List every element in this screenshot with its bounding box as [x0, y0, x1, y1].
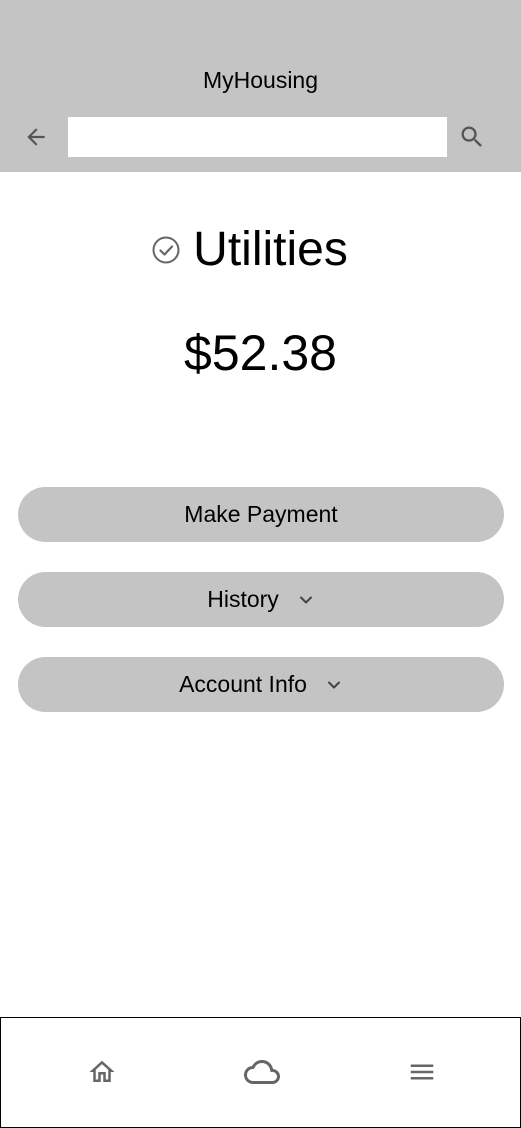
- bottom-nav: [0, 1017, 521, 1128]
- nav-home-button[interactable]: [80, 1050, 124, 1094]
- history-button[interactable]: History: [18, 572, 504, 627]
- nav-menu-button[interactable]: [400, 1050, 444, 1094]
- app-title: MyHousing: [202, 67, 319, 93]
- account-info-button[interactable]: Account Info: [18, 657, 504, 712]
- chevron-down-icon: [297, 591, 315, 609]
- history-label: History: [207, 586, 279, 612]
- make-payment-label: Make Payment: [184, 501, 338, 527]
- arrow-left-icon: [27, 128, 45, 146]
- cloud-icon: [244, 1060, 280, 1084]
- make-payment-button[interactable]: Make Payment: [18, 487, 504, 542]
- account-info-label: Account Info: [179, 671, 307, 697]
- page-title-row: Utilities: [0, 218, 521, 282]
- balance-amount: $52.38: [184, 325, 337, 381]
- nav-cloud-button[interactable]: [240, 1050, 284, 1094]
- search-button[interactable]: [454, 119, 490, 155]
- app-header: MyHousing: [0, 0, 521, 172]
- check-circle-icon: [151, 235, 181, 265]
- home-icon: [89, 1060, 115, 1082]
- chevron-down-icon: [325, 676, 343, 694]
- back-button[interactable]: [18, 119, 54, 155]
- search-input[interactable]: [68, 117, 447, 157]
- page-title: Utilities: [193, 223, 348, 276]
- search-icon: [461, 126, 482, 147]
- menu-icon: [410, 1064, 434, 1080]
